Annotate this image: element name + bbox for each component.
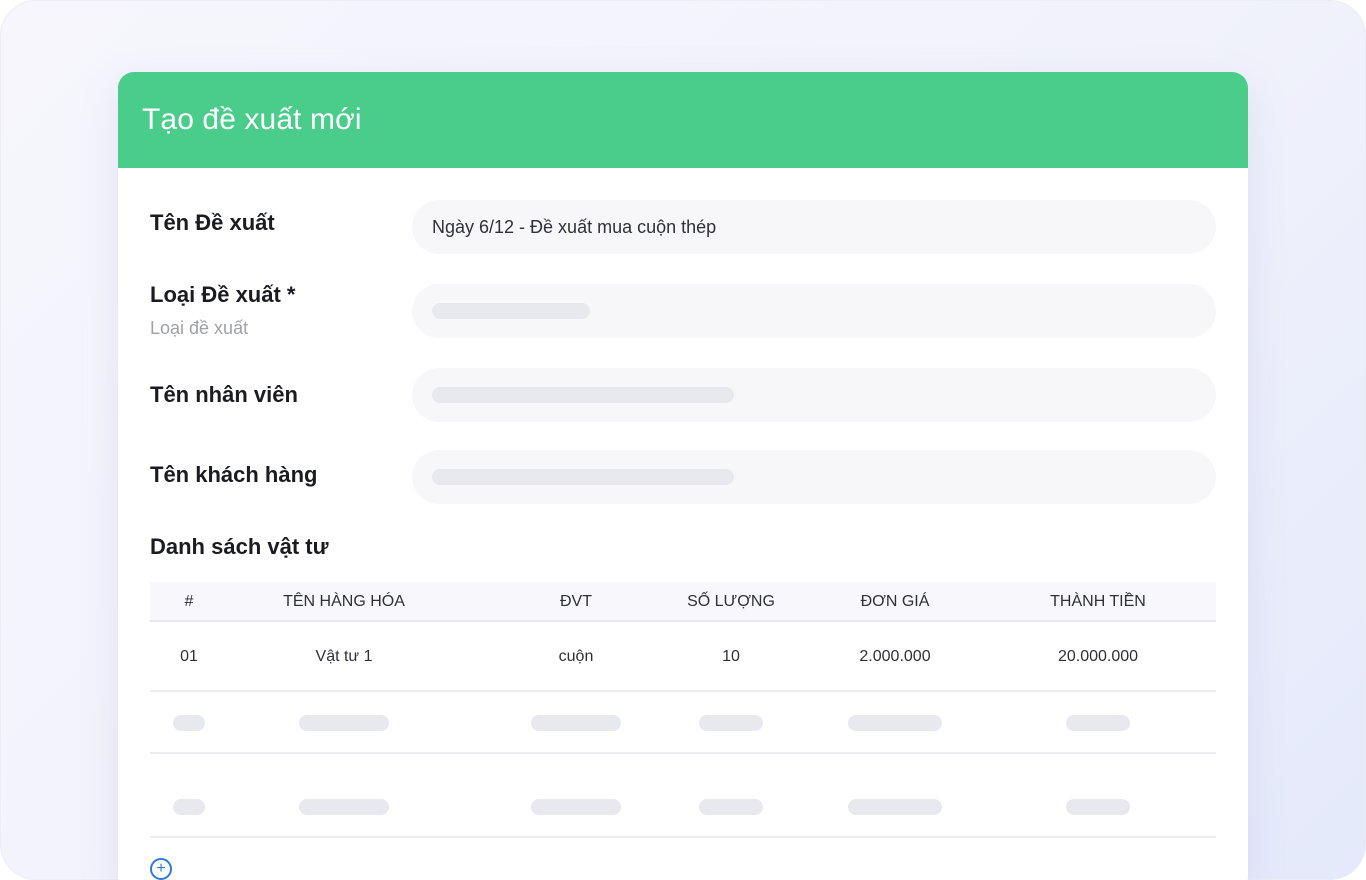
placeholder-cell <box>699 799 763 815</box>
placeholder-cell <box>173 715 205 731</box>
table-header: # TÊN HÀNG HÓA ĐVT SỐ LƯỢNG ĐƠN GIÁ THÀN… <box>150 582 1216 622</box>
dialog-title: Tạo đề xuất mới <box>142 103 362 136</box>
placeholder-cell <box>699 715 763 731</box>
column-header-index: # <box>184 593 194 610</box>
add-item-link[interactable]: + <box>150 858 172 880</box>
column-header-quantity: SỐ LƯỢNG <box>687 593 775 610</box>
placeholder-cell <box>173 799 205 815</box>
table-row[interactable]: 01 Vật tư 1 cuộn 10 2.000.000 20.000.000 <box>150 622 1216 692</box>
customer-name-label: Tên khách hàng <box>150 462 318 487</box>
placeholder-cell <box>1066 799 1130 815</box>
proposal-type-select[interactable] <box>412 284 1216 338</box>
column-header-unit-price: ĐƠN GIÁ <box>860 593 930 610</box>
placeholder-cell <box>848 799 942 815</box>
cell-total: 20.000.000 <box>1057 648 1139 665</box>
placeholder-cell <box>299 799 389 815</box>
table-row-placeholder <box>150 754 1216 838</box>
column-header-total: THÀNH TIỀN <box>1050 593 1146 610</box>
column-header-unit: ĐVT <box>560 593 592 610</box>
cell-index: 01 <box>180 648 198 665</box>
cell-quantity: 10 <box>722 648 740 665</box>
placeholder-cell <box>531 715 621 731</box>
cell-unit: cuộn <box>558 648 594 665</box>
proposal-name-value: Ngày 6/12 - Đề xuất mua cuộn thép <box>432 216 717 237</box>
proposal-name-label: Tên Đề xuất <box>150 210 275 235</box>
employee-name-placeholder <box>432 387 734 403</box>
create-proposal-dialog: Tạo đề xuất mới Tên Đề xuất Ngày 6/12 - … <box>118 72 1248 880</box>
proposal-type-placeholder <box>432 303 590 319</box>
cell-unit-price: 2.000.000 <box>859 648 931 665</box>
proposal-type-sublabel: Loại đề xuất <box>150 318 249 338</box>
placeholder-cell <box>848 715 942 731</box>
materials-table: # TÊN HÀNG HÓA ĐVT SỐ LƯỢNG ĐƠN GIÁ THÀN… <box>150 582 1216 838</box>
materials-section-title: Danh sách vật tư <box>150 534 329 559</box>
employee-name-label: Tên nhân viên <box>150 382 298 407</box>
table-row-placeholder <box>150 692 1216 754</box>
dialog-header: Tạo đề xuất mới <box>118 72 1248 168</box>
proposal-name-input[interactable]: Ngày 6/12 - Đề xuất mua cuộn thép <box>412 200 1216 254</box>
placeholder-cell <box>1066 715 1130 731</box>
column-header-item-name: TÊN HÀNG HÓA <box>283 593 405 610</box>
plus-circle-icon: + <box>150 858 172 880</box>
employee-name-input[interactable] <box>412 368 1216 422</box>
placeholder-cell <box>299 715 389 731</box>
customer-name-placeholder <box>432 469 734 485</box>
customer-name-input[interactable] <box>412 450 1216 504</box>
cell-item-name: Vật tư 1 <box>315 648 373 665</box>
placeholder-cell <box>531 799 621 815</box>
proposal-type-label: Loại Đề xuất * <box>150 282 296 307</box>
